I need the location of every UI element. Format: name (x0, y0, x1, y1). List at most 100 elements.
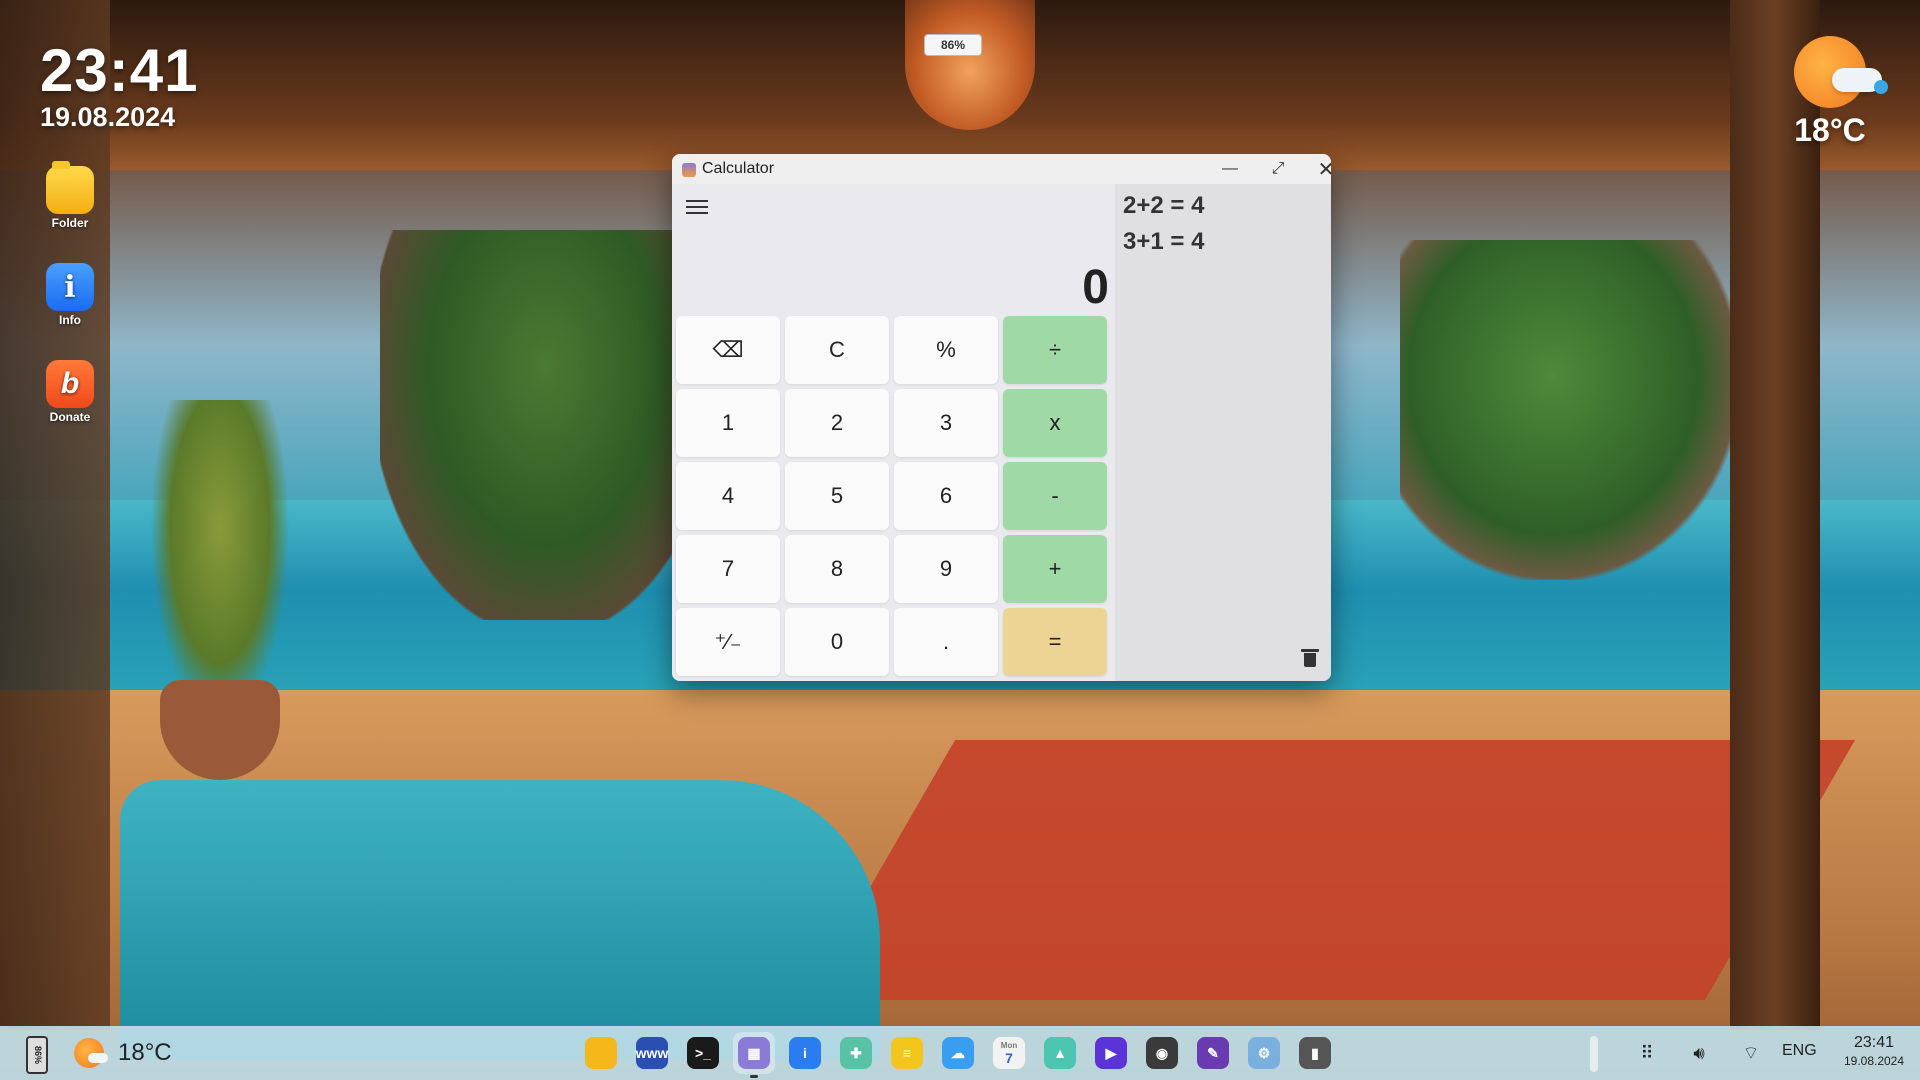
calendar-icon: Mon 7 (993, 1037, 1025, 1069)
cloud-icon (1832, 68, 1888, 94)
hamburger-menu-icon[interactable] (686, 200, 708, 216)
taskbar: 86% 18°C www >_ ▦ i ✚ ≡ ☁ Mon 7 ▲ ▶ ◉ ✎ ⚙ ▮ ⠿ 🔊︎ ⌔ ENG… (0, 1026, 1920, 1080)
taskbar-app-photos[interactable]: ▲ (1039, 1032, 1081, 1074)
app-grid-icon[interactable]: ⠿ (1634, 1040, 1660, 1066)
calculator-icon (682, 163, 696, 177)
clear-history-trash-icon[interactable] (1301, 649, 1319, 667)
plus-minus-key[interactable]: ⁺∕₋ (676, 608, 780, 676)
taskbar-app-games[interactable]: ✚ (835, 1032, 877, 1074)
minimize-button[interactable]: — (1212, 156, 1248, 182)
desktop-clock-date: 19.08.2024 (40, 102, 176, 132)
battery-indicator: 86% (924, 34, 982, 56)
digit-9-key[interactable]: 9 (894, 535, 998, 603)
desktop-clock-time: 23:41 (40, 37, 199, 104)
taskbar-apps: www >_ ▦ i ✚ ≡ ☁ Mon 7 ▲ ▶ ◉ ✎ ⚙ ▮ (580, 1032, 1336, 1078)
taskbar-app-settings[interactable]: ⚙ (1243, 1032, 1285, 1074)
info-icon: i (46, 263, 94, 311)
calendar-month-label: Mon (1000, 1040, 1018, 1050)
folder-icon (46, 161, 94, 214)
subtract-key[interactable]: - (1003, 462, 1107, 530)
info-icon: i (789, 1037, 821, 1069)
desktop-icon-label: Folder (51, 216, 89, 230)
digit-4-key[interactable]: 4 (676, 462, 780, 530)
wallpaper-pillar-right (1730, 0, 1820, 1030)
camera-icon: ◉ (1146, 1037, 1178, 1069)
calculator-display: 0 (1082, 261, 1109, 314)
digit-0-key[interactable]: 0 (785, 608, 889, 676)
desktop-icon-folder[interactable]: Folder (44, 161, 96, 230)
clear-key[interactable]: C (785, 316, 889, 384)
desktop-icon-label: Info (59, 313, 81, 327)
taskbar-clock[interactable]: 23:41 19.08.2024 (1834, 1034, 1914, 1068)
digit-3-key[interactable]: 3 (894, 389, 998, 457)
decimal-key[interactable]: . (894, 608, 998, 676)
wifi-icon[interactable]: ⌔ (1738, 1040, 1764, 1066)
taskbar-battery-icon[interactable]: 86% (26, 1036, 48, 1074)
volume-icon[interactable]: 🔊︎ (1686, 1040, 1712, 1066)
taskbar-app-calculator[interactable]: ▦ (733, 1032, 775, 1078)
taskbar-weather[interactable]: 18°C (74, 1037, 172, 1069)
active-app-indicator (750, 1075, 758, 1078)
terminal-icon: >_ (687, 1037, 719, 1069)
desktop-icon-info[interactable]: i Info (44, 263, 96, 327)
add-key[interactable]: + (1003, 535, 1107, 603)
history-panel: 2+2 = 4 3+1 = 4 (1115, 184, 1331, 681)
digit-7-key[interactable]: 7 (676, 535, 780, 603)
desktop-icon-label: Donate (49, 410, 91, 424)
calculator-main-panel: 0 ⌫ C % ÷ 1 2 3 x 4 5 6 - 7 8 9 + ⁺∕₋ 0 … (672, 184, 1115, 681)
wallpaper-pool (120, 780, 880, 1060)
taskbar-app-paint[interactable]: ✎ (1192, 1032, 1234, 1074)
maximize-button[interactable]: ⤢ (1260, 156, 1296, 182)
partly-cloudy-icon (1794, 36, 1888, 108)
window-titlebar[interactable]: Calculator — ⤢ ✕ (672, 154, 1331, 184)
desktop-clock-widget: 23:41 19.08.2024 (40, 40, 198, 133)
calculator-keypad: ⌫ C % ÷ 1 2 3 x 4 5 6 - 7 8 9 + ⁺∕₋ 0 . … (676, 316, 1107, 676)
taskbar-app-terminal[interactable]: >_ (682, 1032, 724, 1074)
taskbar-app-files[interactable] (580, 1032, 622, 1074)
gamepad-icon: ✚ (840, 1037, 872, 1069)
desktop-icon-donate[interactable]: b Donate (44, 360, 96, 424)
taskbar-weather-temp: 18°C (118, 1039, 172, 1066)
history-item[interactable]: 3+1 = 4 (1123, 228, 1331, 256)
weather-icon: ☁ (942, 1037, 974, 1069)
donate-icon: b (46, 360, 94, 408)
taskbar-app-camera[interactable]: ◉ (1141, 1032, 1183, 1074)
digit-6-key[interactable]: 6 (894, 462, 998, 530)
taskbar-date: 19.08.2024 (1843, 1054, 1905, 1068)
desktop-weather-widget[interactable]: 18°C (1785, 36, 1888, 149)
taskbar-app-trash[interactable]: ▮ (1294, 1032, 1336, 1074)
calendar-day-label: 7 (1005, 1049, 1013, 1066)
tray-separator (1590, 1036, 1598, 1072)
wallpaper-rug (804, 740, 1856, 1000)
digit-2-key[interactable]: 2 (785, 389, 889, 457)
settings-icon: ⚙ (1248, 1037, 1280, 1069)
digit-1-key[interactable]: 1 (676, 389, 780, 457)
calculator-window: Calculator — ⤢ ✕ 0 ⌫ C % ÷ 1 2 3 x 4 5 6… (672, 154, 1331, 681)
taskbar-app-notes[interactable]: ≡ (886, 1032, 928, 1074)
language-indicator[interactable]: ENG (1782, 1042, 1817, 1060)
digit-5-key[interactable]: 5 (785, 462, 889, 530)
wallpaper-cliff-right (1400, 240, 1740, 580)
taskbar-app-weather[interactable]: ☁ (937, 1032, 979, 1074)
play-icon: ▶ (1095, 1037, 1127, 1069)
taskbar-app-info[interactable]: i (784, 1032, 826, 1074)
wallpaper-lamp (905, 0, 1035, 130)
backspace-key[interactable]: ⌫ (676, 316, 780, 384)
divide-key[interactable]: ÷ (1003, 316, 1107, 384)
history-item[interactable]: 2+2 = 4 (1123, 192, 1331, 220)
calculator-icon: ▦ (738, 1037, 770, 1069)
percent-key[interactable]: % (894, 316, 998, 384)
paint-icon: ✎ (1197, 1037, 1229, 1069)
taskbar-app-video[interactable]: ▶ (1090, 1032, 1132, 1074)
partly-cloudy-icon (74, 1038, 108, 1068)
multiply-key[interactable]: x (1003, 389, 1107, 457)
taskbar-time: 23:41 (1853, 1034, 1895, 1051)
close-button[interactable]: ✕ (1308, 156, 1331, 182)
digit-8-key[interactable]: 8 (785, 535, 889, 603)
taskbar-app-browser[interactable]: www (631, 1032, 673, 1074)
wallpaper-plant (150, 400, 290, 720)
list-icon: ≡ (891, 1037, 923, 1069)
window-title: Calculator (702, 160, 775, 177)
equals-key[interactable]: = (1003, 608, 1107, 676)
taskbar-app-calendar[interactable]: Mon 7 (988, 1032, 1030, 1074)
